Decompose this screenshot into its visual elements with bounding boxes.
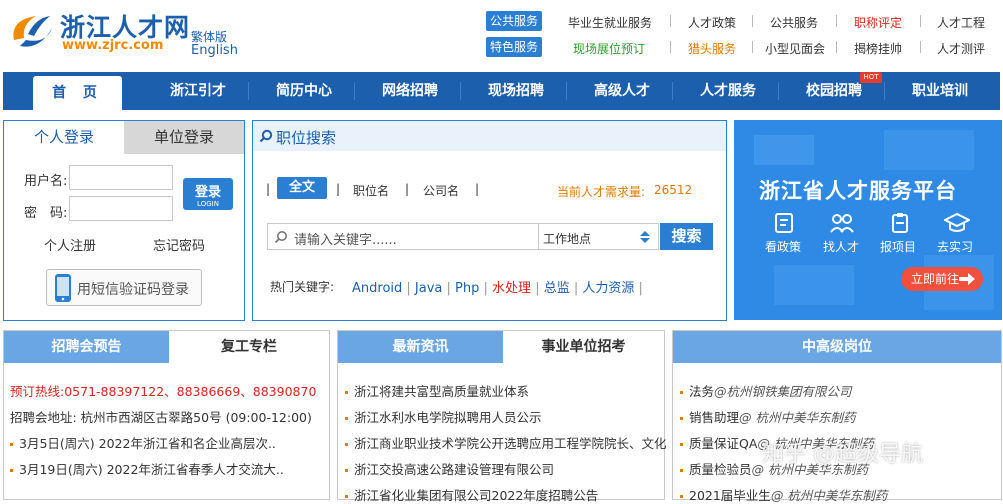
keyword-placeholder: 请输入关键字...... xyxy=(294,233,397,248)
list-item[interactable]: 3月19日(周六) 2022年浙江省春季人才交流大.. xyxy=(10,459,284,478)
search-button[interactable]: 搜索 xyxy=(660,223,713,250)
tab-company-login[interactable]: 单位登录 xyxy=(124,121,244,154)
forgot-password-link[interactable]: 忘记密码 xyxy=(153,235,205,254)
clipboard-icon xyxy=(892,213,908,233)
platform-banner[interactable]: 浙江省人才服务平台 看政策 找人才 报项目 去实习 立即前往 xyxy=(734,120,1002,320)
nav-resume-center[interactable]: 简历中心 xyxy=(256,72,352,110)
hot-keywords-list: Android | Java | Php | 水处理 | 总监 | 人力资源 | xyxy=(352,281,643,296)
tab-public-institution[interactable]: 事业单位招考 xyxy=(503,331,664,363)
logo-url: www.zjrc.com xyxy=(62,38,164,53)
booking-hotline: 预订热线:0571-88397122、88386669、88390870 xyxy=(10,384,317,399)
people-icon xyxy=(830,214,854,233)
username-input[interactable] xyxy=(69,165,173,190)
svc-graduate-link[interactable]: 毕业生就业服务 xyxy=(568,14,652,31)
news-item[interactable]: 浙江水利水电学院拟聘用人员公示 xyxy=(345,407,542,426)
hot-keywords-label: 热门关键字: xyxy=(270,280,335,294)
list-item[interactable]: 3月5日(周六) 2022年浙江省和名企业高层次.. xyxy=(10,433,276,452)
search-icon xyxy=(259,129,273,143)
banner-item-project[interactable]: 报项目 xyxy=(880,238,916,255)
job-fair-address: 招聘会地址: 杭州市西湖区古翠路50号 (09:00-12:00) xyxy=(10,410,312,425)
svc-talent-project-link[interactable]: 人才工程 xyxy=(937,14,985,31)
news-item[interactable]: 浙江省化业集团有限公司2022年度招聘公告 xyxy=(345,485,598,504)
arrow-right-icon xyxy=(959,273,975,285)
banner-go-button[interactable]: 立即前往 xyxy=(901,267,983,291)
location-select[interactable]: 工作地点 xyxy=(538,223,659,250)
search-tab-company[interactable]: 公司名 xyxy=(423,182,459,199)
graduation-cap-icon xyxy=(944,212,970,232)
register-link[interactable]: 个人注册 xyxy=(44,235,96,254)
svc-public-link[interactable]: 公共服务 xyxy=(770,14,818,31)
hot-keyword[interactable]: Android xyxy=(352,281,402,296)
public-service-tag: 公共服务 xyxy=(486,11,542,31)
nav-talent-service[interactable]: 人才服务 xyxy=(680,72,776,110)
tab-personal-login[interactable]: 个人登录 xyxy=(4,121,124,154)
nav-zhejiang-talent[interactable]: 浙江引才 xyxy=(150,72,246,110)
username-label: 用户名: xyxy=(24,174,68,189)
location-label: 工作地点 xyxy=(543,232,592,246)
demand-value: 26512 xyxy=(654,183,693,197)
password-label: 密 码: xyxy=(24,206,68,221)
demand-label: 当前人才需求量: xyxy=(557,185,646,199)
login-button-label: 登录 xyxy=(194,185,221,200)
search-input-icon xyxy=(274,231,287,244)
job-search-title: 职位搜索 xyxy=(276,129,337,147)
tab-latest-news[interactable]: 最新资讯 xyxy=(338,331,503,363)
banner-go-label: 立即前往 xyxy=(911,272,960,286)
keyword-input[interactable]: 请输入关键字...... xyxy=(267,223,539,250)
job-item[interactable]: 销售助理@ 杭州中美华东制药 xyxy=(680,407,856,426)
banner-title: 浙江省人才服务平台 xyxy=(759,179,957,203)
policy-icon xyxy=(775,213,793,233)
select-arrows-icon xyxy=(640,231,650,243)
search-tab-position[interactable]: 职位名 xyxy=(353,182,389,199)
banner-item-policy[interactable]: 看政策 xyxy=(765,238,801,255)
svc-meeting-link[interactable]: 小型见面会 xyxy=(765,40,825,57)
tab-senior-jobs[interactable]: 中高级岗位 xyxy=(673,331,1001,363)
login-button[interactable]: 登录 LOGIN xyxy=(183,178,233,210)
news-item[interactable]: 浙江交投高速公路建设管理有限公司 xyxy=(345,459,554,478)
svc-headhunter-link[interactable]: 猎头服务 xyxy=(688,40,736,57)
password-input[interactable] xyxy=(69,196,173,221)
news-item[interactable]: 浙江将建共富型高质量就业体系 xyxy=(345,381,529,400)
news-item[interactable]: 浙江商业职业技术学院公开选聘应用工程学院院长、文化 xyxy=(345,433,667,452)
special-service-tag: 特色服务 xyxy=(486,37,542,57)
logo-icon xyxy=(13,16,52,47)
nav-online-recruit[interactable]: 网络招聘 xyxy=(362,72,458,110)
nav-onsite-recruit[interactable]: 现场招聘 xyxy=(468,72,564,110)
hot-keyword[interactable]: 总监 xyxy=(544,281,570,296)
lang-english-link[interactable]: English xyxy=(191,43,238,58)
job-item[interactable]: 2021届毕业生@ 杭州中美华东制药 xyxy=(680,485,887,504)
svc-booth-link[interactable]: 现场展位预订 xyxy=(573,40,645,57)
svc-assessment-link[interactable]: 人才测评 xyxy=(937,40,985,57)
nav-training[interactable]: 职业培训 xyxy=(892,72,988,110)
watermark: 知乎 @超级导航 xyxy=(762,442,923,467)
sms-login-label: 用短信验证码登录 xyxy=(77,282,189,298)
hot-keyword[interactable]: Java xyxy=(415,281,442,296)
hot-badge: HOT xyxy=(860,72,882,83)
nav-senior-talent[interactable]: 高级人才 xyxy=(574,72,670,110)
hot-keyword[interactable]: 人力资源 xyxy=(582,281,634,296)
svc-challenge-link[interactable]: 揭榜挂帅 xyxy=(854,40,902,57)
tab-job-fair-preview[interactable]: 招聘会预告 xyxy=(4,331,169,363)
nav-home[interactable]: 首 页 xyxy=(33,76,122,110)
svc-title-eval-link[interactable]: 职称评定 xyxy=(854,14,902,31)
hot-keyword[interactable]: 水处理 xyxy=(492,281,531,296)
search-tab-fulltext[interactable]: 全文 xyxy=(277,177,327,199)
hot-keyword[interactable]: Php xyxy=(455,281,479,296)
svc-policy-link[interactable]: 人才政策 xyxy=(688,14,736,31)
sms-login-button[interactable]: 用短信验证码登录 xyxy=(46,269,202,306)
banner-item-talent[interactable]: 找人才 xyxy=(823,238,859,255)
phone-icon xyxy=(55,274,71,302)
login-button-en: LOGIN xyxy=(197,200,219,208)
job-item[interactable]: 法务@杭州钢铁集团有限公司 xyxy=(680,381,852,400)
tab-resume-work[interactable]: 复工专栏 xyxy=(169,331,329,363)
banner-item-intern[interactable]: 去实习 xyxy=(937,238,973,255)
